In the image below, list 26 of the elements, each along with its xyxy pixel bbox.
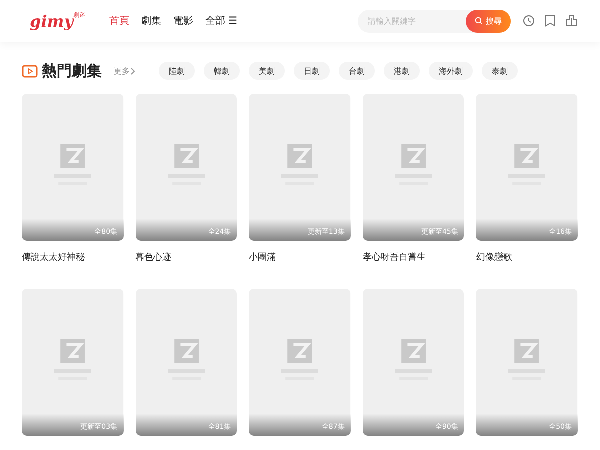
section-title: 熱門劇集 <box>42 62 102 80</box>
genre-tag[interactable]: 陸劇 <box>159 62 195 80</box>
show-title[interactable]: 孝心呀吾自嘗生 <box>362 251 464 263</box>
logo[interactable]: gimy <box>30 12 74 30</box>
menu-icon: ☰ <box>228 16 238 26</box>
play-icon <box>22 64 38 78</box>
genre-tag[interactable]: 泰劇 <box>482 62 518 80</box>
nav-link[interactable]: 電影 <box>174 14 194 28</box>
genre-tag[interactable]: 韓劇 <box>204 62 240 80</box>
show-title[interactable]: 幻像戀歌 <box>476 251 578 263</box>
genre-tag[interactable]: 美劇 <box>249 62 285 80</box>
clock-icon[interactable] <box>523 15 535 27</box>
show-title[interactable]: 傳說太太好神秘 <box>22 251 124 263</box>
nav-link[interactable]: 劇集 <box>142 14 162 28</box>
bookmark-icon[interactable] <box>545 15 556 27</box>
show-title[interactable]: 暮色心迹 <box>136 251 238 263</box>
genre-tag[interactable]: 港劇 <box>384 62 420 80</box>
genre-tag[interactable]: 台劇 <box>339 62 375 80</box>
nav-link[interactable]: 全部 ☰ <box>206 14 238 28</box>
nav-link[interactable]: 首頁 <box>110 14 130 28</box>
building-icon[interactable] <box>566 15 578 27</box>
show-title[interactable]: 小團滿 <box>249 251 351 263</box>
genre-tag[interactable]: 日劇 <box>294 62 330 80</box>
search-icon <box>475 17 483 25</box>
genre-tag[interactable]: 海外劇 <box>429 62 473 80</box>
chevron-icon <box>131 68 135 74</box>
